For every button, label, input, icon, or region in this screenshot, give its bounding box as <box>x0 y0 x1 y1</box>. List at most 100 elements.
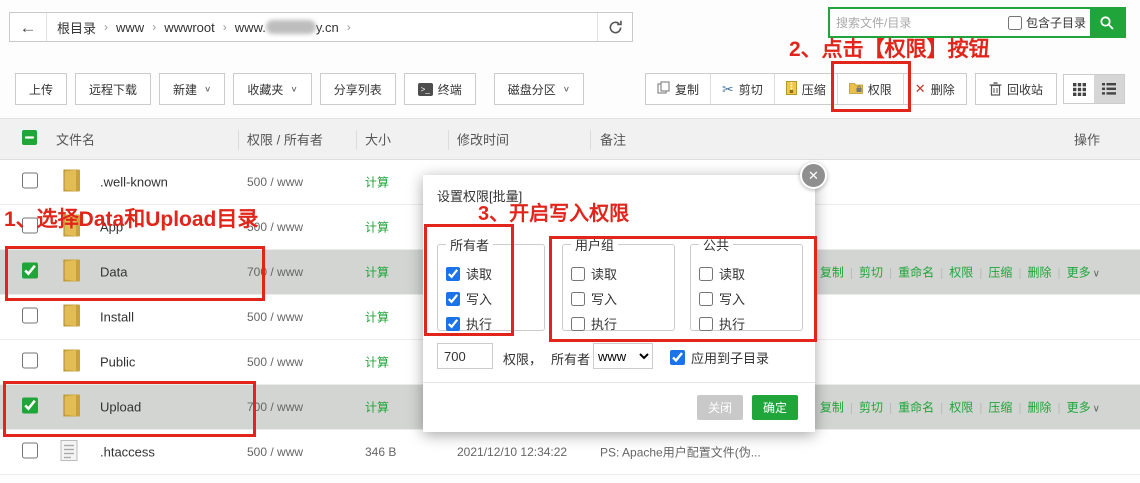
back-button[interactable]: ← <box>10 13 47 41</box>
toolbar-button-分享列表[interactable]: 分享列表 <box>320 73 396 105</box>
row-checkbox[interactable] <box>22 263 38 279</box>
file-name[interactable]: Install <box>100 310 134 325</box>
apply-subdir-label: 应用到子目录 <box>691 348 769 367</box>
close-icon: ✕ <box>808 168 819 184</box>
perm-checkbox[interactable] <box>699 267 713 281</box>
row-action-剪切[interactable]: 剪切 <box>859 399 883 416</box>
perm-option-所有者-执行[interactable]: 执行 <box>446 314 536 333</box>
row-action-剪切[interactable]: 剪切 <box>859 264 883 281</box>
breadcrumb-item[interactable]: 根目录 <box>57 18 96 37</box>
perm-value-input[interactable] <box>437 343 493 369</box>
list-view-button[interactable] <box>1094 75 1124 103</box>
row-action-重命名[interactable]: 重命名 <box>898 399 934 416</box>
perm-option-用户组-读取[interactable]: 读取 <box>571 264 666 283</box>
row-action-压缩[interactable]: 压缩 <box>988 264 1012 281</box>
perm-option-公共-写入[interactable]: 写入 <box>699 289 794 308</box>
breadcrumb-item-domain[interactable]: www.y.cn <box>235 20 339 35</box>
perm-fieldset-公共: 公共读取写入执行 <box>690 235 803 331</box>
include-subdir-checkbox[interactable] <box>1008 16 1022 30</box>
file-name[interactable]: .htaccess <box>100 445 155 460</box>
toolbar-button-收藏夹[interactable]: 收藏夹∨ <box>233 73 311 105</box>
perm-fieldset-所有者: 所有者读取写入执行 <box>437 235 545 331</box>
select-all-checkbox[interactable] <box>22 130 37 145</box>
toolbar-button-复制[interactable]: 复制 <box>646 74 711 104</box>
toolbar-button-远程下载[interactable]: 远程下载 <box>75 73 151 105</box>
toolbar-button-上传[interactable]: 上传 <box>15 73 67 105</box>
perm-option-用户组-执行[interactable]: 执行 <box>571 314 666 333</box>
toolbar-button-label: 远程下载 <box>89 81 137 98</box>
row-action-复制[interactable]: 复制 <box>820 399 844 416</box>
file-name[interactable]: Data <box>100 265 127 280</box>
file-size-calc-link[interactable]: 计算 <box>365 264 389 281</box>
toolbar-button-新建[interactable]: 新建∨ <box>159 73 225 105</box>
table-row-.htaccess[interactable]: .htaccess500 / www346 B2021/12/10 12:34:… <box>0 430 1140 475</box>
row-checkbox[interactable] <box>22 353 38 369</box>
recycle-bin-button[interactable]: 回收站 <box>975 73 1057 105</box>
row-checkbox[interactable] <box>22 308 38 324</box>
file-name[interactable]: .well-known <box>100 175 168 190</box>
perm-option-label: 写入 <box>466 289 492 308</box>
confirm-button[interactable]: 确定 <box>752 395 798 420</box>
row-action-压缩[interactable]: 压缩 <box>988 399 1012 416</box>
refresh-button[interactable] <box>597 13 632 41</box>
file-size-calc-link[interactable]: 计算 <box>365 309 389 326</box>
breadcrumb-item[interactable]: wwwroot <box>164 20 215 35</box>
perm-checkbox[interactable] <box>446 292 460 306</box>
file-size-calc-link[interactable]: 计算 <box>365 354 389 371</box>
row-action-权限[interactable]: 权限 <box>949 399 973 416</box>
perm-option-公共-执行[interactable]: 执行 <box>699 314 794 333</box>
file-size: 346 B <box>365 445 396 459</box>
row-action-重命名[interactable]: 重命名 <box>898 264 934 281</box>
breadcrumb-item[interactable]: www <box>116 20 144 35</box>
row-action-删除[interactable]: 删除 <box>1028 399 1052 416</box>
search-button[interactable] <box>1090 9 1124 36</box>
perm-option-公共-读取[interactable]: 读取 <box>699 264 794 283</box>
perm-checkbox[interactable] <box>699 317 713 331</box>
row-checkbox[interactable] <box>22 173 38 189</box>
row-action-more[interactable]: 更多∨ <box>1067 264 1100 281</box>
file-perms: 700 / www <box>247 265 303 279</box>
file-size-calc-link[interactable]: 计算 <box>365 219 389 236</box>
row-action-删除[interactable]: 删除 <box>1028 264 1052 281</box>
row-action-more[interactable]: 更多∨ <box>1067 399 1100 416</box>
file-name[interactable]: Public <box>100 355 135 370</box>
file-note: PS: Apache用户配置文件(伪... <box>600 444 761 461</box>
breadcrumb-separator: › <box>104 20 108 34</box>
row-action-权限[interactable]: 权限 <box>949 264 973 281</box>
grid-view-button[interactable] <box>1064 75 1094 103</box>
toolbar-button-终端[interactable]: >_终端 <box>404 73 476 105</box>
perm-option-所有者-读取[interactable]: 读取 <box>446 264 536 283</box>
perm-label: 权限， <box>503 349 542 368</box>
apply-subdir-checkbox[interactable] <box>670 350 685 365</box>
perm-checkbox[interactable] <box>571 317 585 331</box>
file-size-calc-link[interactable]: 计算 <box>365 399 389 416</box>
toolbar-button-剪切[interactable]: ✂剪切 <box>711 74 775 104</box>
perm-checkbox[interactable] <box>446 317 460 331</box>
perm-checkbox[interactable] <box>571 267 585 281</box>
perm-option-label: 执行 <box>719 314 745 333</box>
domain-prefix: www. <box>235 20 266 35</box>
file-size-calc-link[interactable]: 计算 <box>365 174 389 191</box>
dialog-close-button[interactable]: ✕ <box>800 162 827 189</box>
perm-checkbox[interactable] <box>446 267 460 281</box>
owner-select[interactable]: www <box>593 343 653 369</box>
toolbar-button-磁盘分区[interactable]: 磁盘分区∨ <box>494 73 584 105</box>
toolbar-button-删除[interactable]: ✕删除 <box>904 74 966 104</box>
row-checkbox[interactable] <box>22 443 38 459</box>
toolbar-button-权限[interactable]: 权限 <box>838 74 904 104</box>
action-separator: | <box>1058 400 1061 414</box>
row-action-复制[interactable]: 复制 <box>820 264 844 281</box>
perm-checkbox[interactable] <box>571 292 585 306</box>
row-checkbox[interactable] <box>22 398 38 414</box>
apply-subdir-option[interactable]: 应用到子目录 <box>670 348 769 367</box>
toolbar-button-压缩[interactable]: 压缩 <box>775 74 838 104</box>
perm-option-所有者-写入[interactable]: 写入 <box>446 289 536 308</box>
file-name[interactable]: Upload <box>100 400 141 415</box>
close-button[interactable]: 关闭 <box>697 395 743 420</box>
perm-checkbox[interactable] <box>699 292 713 306</box>
toolbar-button-label: 上传 <box>29 81 53 98</box>
include-subdir-option[interactable]: 包含子目录 <box>1008 14 1086 31</box>
search-input[interactable] <box>830 16 1008 30</box>
action-separator: | <box>1018 400 1021 414</box>
perm-option-用户组-写入[interactable]: 写入 <box>571 289 666 308</box>
